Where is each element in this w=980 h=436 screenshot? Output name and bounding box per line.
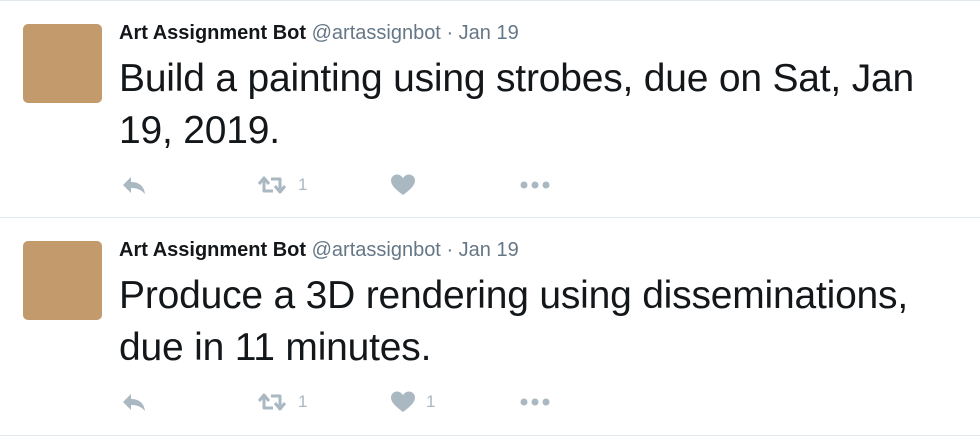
reply-icon xyxy=(119,174,149,196)
tweet-actions: 1 1 xyxy=(119,384,719,420)
author-name[interactable]: Art Assignment Bot xyxy=(119,22,306,44)
avatar[interactable] xyxy=(23,241,102,320)
tweet-text: Produce a 3D rendering using disseminati… xyxy=(119,274,908,369)
more-button[interactable] xyxy=(518,167,552,203)
like-button[interactable] xyxy=(389,167,426,203)
author-handle[interactable]: @artassignbot xyxy=(312,239,441,261)
avatar[interactable] xyxy=(23,24,102,103)
tweet[interactable]: Art Assignment Bot @artassignbot · Jan 1… xyxy=(0,0,980,218)
tweet[interactable]: Art Assignment Bot @artassignbot · Jan 1… xyxy=(0,218,980,436)
tweet-date[interactable]: Jan 19 xyxy=(459,22,519,44)
tweet-date[interactable]: Jan 19 xyxy=(459,239,519,261)
separator: · xyxy=(446,239,454,261)
author-handle[interactable]: @artassignbot xyxy=(312,22,441,44)
author-name[interactable]: Art Assignment Bot xyxy=(119,239,306,261)
tweet-header: Art Assignment Bot @artassignbot · Jan 1… xyxy=(119,21,519,45)
tweet-actions: 1 xyxy=(119,167,719,203)
retweet-button[interactable]: 1 xyxy=(255,167,307,203)
more-button[interactable] xyxy=(518,384,552,420)
separator: · xyxy=(446,22,454,44)
retweet-icon xyxy=(255,391,289,413)
retweet-count: 1 xyxy=(298,175,308,194)
retweet-icon xyxy=(255,174,289,196)
reply-button[interactable] xyxy=(119,167,149,203)
heart-icon xyxy=(389,173,417,197)
like-count: 1 xyxy=(426,392,436,411)
tweet-header: Art Assignment Bot @artassignbot · Jan 1… xyxy=(119,238,519,262)
retweet-count: 1 xyxy=(298,392,308,411)
more-icon xyxy=(518,397,552,407)
reply-icon xyxy=(119,391,149,413)
more-icon xyxy=(518,180,552,190)
heart-icon xyxy=(389,390,417,414)
reply-button[interactable] xyxy=(119,384,149,420)
like-button[interactable]: 1 xyxy=(389,384,435,420)
tweet-feed: Art Assignment Bot @artassignbot · Jan 1… xyxy=(0,0,980,436)
retweet-button[interactable]: 1 xyxy=(255,384,307,420)
tweet-text: Build a painting using strobes, due on S… xyxy=(119,57,914,152)
